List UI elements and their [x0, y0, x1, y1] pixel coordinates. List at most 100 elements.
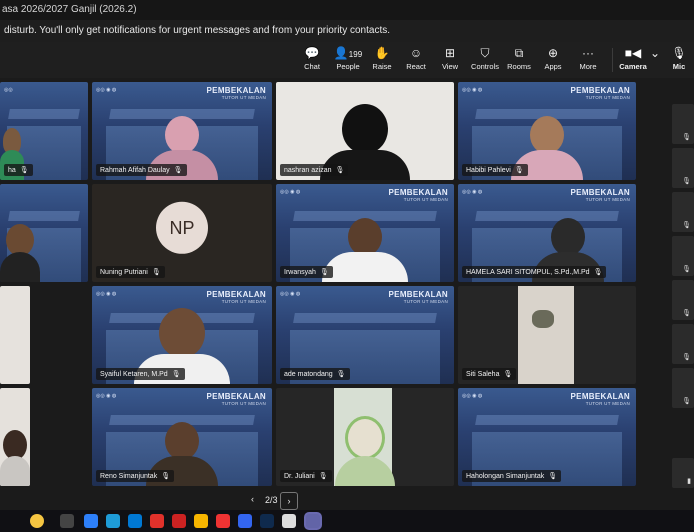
participant-name: Nuning Putriani 🎙: [96, 266, 165, 278]
chat-icon: 💬: [304, 46, 320, 60]
participant-tile[interactable]: ◎◎ ◉ ◍ PEMBEKALAN TUTOR UT MEDAN ade mato…: [276, 286, 454, 384]
participant-name: Siti Saleha 🎙: [462, 368, 517, 380]
video-grid: ◎◎ ha 🎙 ◎◎ ◉ ◍ PEMBEKALAN TUTOR UT MEDAN R…: [0, 80, 670, 490]
partner-logos: ◎◎ ◉ ◍: [96, 393, 117, 399]
partner-logos: ◎◎ ◉ ◍: [462, 393, 483, 399]
participant-name: nashran azizan 🎙: [280, 164, 349, 176]
participant-tile[interactable]: [0, 184, 88, 282]
rail-tile[interactable]: 🎙: [672, 236, 694, 276]
app-icon[interactable]: [282, 514, 296, 528]
participant-tile[interactable]: Siti Saleha 🎙: [458, 286, 636, 384]
partner-logos: ◎◎ ◉ ◍: [280, 189, 301, 195]
slide-title: PEMBEKALAN TUTOR UT MEDAN: [570, 392, 630, 406]
mic-off-icon: 🎙: [682, 222, 691, 229]
mic-icon: 🎙: [671, 46, 687, 60]
shield-icon: ⛉: [480, 46, 490, 60]
participant-tile[interactable]: [0, 286, 30, 384]
mic-off-icon: 🎙: [682, 354, 691, 361]
people-count: 199: [348, 50, 363, 59]
slide-title: PEMBEKALAN TUTOR UT MEDAN: [206, 86, 266, 100]
mic-off-icon: 🎙: [682, 398, 691, 405]
participant-tile[interactable]: NP Nuning Putriani 🎙: [92, 184, 272, 282]
gallery-pager: ‹ 2/3 ›: [251, 492, 301, 510]
rooms-button[interactable]: ⧉ Rooms: [500, 45, 538, 77]
rail-tile[interactable]: 🎙: [672, 280, 694, 320]
signal-icon: ▮: [687, 478, 691, 485]
browser-icon[interactable]: [106, 514, 120, 528]
participant-name: Irwansyah 🎙: [280, 266, 333, 278]
page-indicator: 2/3: [265, 495, 278, 505]
rail-tile[interactable]: ▮: [672, 458, 694, 488]
word-icon[interactable]: [128, 514, 142, 528]
participant-tile[interactable]: ◎◎ ha 🎙: [0, 82, 88, 180]
camera-options-button[interactable]: ⌄: [648, 45, 662, 77]
rail-tile[interactable]: 🎙: [672, 148, 694, 188]
mic-off-icon: 🎙: [503, 371, 513, 378]
mic-off-icon: 🎙: [151, 269, 161, 276]
pdf-icon[interactable]: [216, 514, 230, 528]
previous-page-button[interactable]: ‹: [251, 494, 254, 504]
mic-off-icon: 🎙: [171, 371, 181, 378]
participant-tile[interactable]: ◎◎ ◉ ◍ PEMBEKALAN TUTOR UT MEDAN HAMELA S…: [458, 184, 636, 282]
slide-title: PEMBEKALAN TUTOR UT MEDAN: [206, 290, 266, 304]
participant-tile[interactable]: Dr. Juliani 🎙: [276, 388, 454, 486]
view-button[interactable]: ⊞ View: [431, 45, 469, 77]
app-icon[interactable]: [172, 514, 186, 528]
react-button[interactable]: ☺ React: [397, 45, 435, 77]
mic-off-icon: 🎙: [336, 371, 346, 378]
teams-icon[interactable]: [306, 514, 320, 528]
mic-off-icon: 🎙: [161, 473, 171, 480]
rail-tile[interactable]: 🎙: [672, 104, 694, 144]
smiley-icon: ☺: [409, 46, 423, 60]
participant-tile[interactable]: [0, 388, 30, 486]
chat-button[interactable]: 💬 Chat: [293, 45, 331, 77]
raise-hand-button[interactable]: ✋ Raise: [363, 45, 401, 77]
photoshop-icon[interactable]: [260, 514, 274, 528]
opera-icon[interactable]: [150, 514, 164, 528]
participant-name: Reno Simanjuntak 🎙: [96, 470, 175, 482]
apps-icon: ⊕: [547, 46, 559, 60]
mic-off-icon: 🎙: [682, 134, 691, 141]
partner-logos: ◎◎: [4, 87, 13, 93]
mic-off-icon: 🎙: [682, 310, 691, 317]
participant-tile[interactable]: nashran azizan 🎙: [276, 82, 454, 180]
app-icon[interactable]: [238, 514, 252, 528]
more-button[interactable]: ··· More: [569, 45, 607, 77]
folder-icon[interactable]: [194, 514, 208, 528]
partner-logos: ◎◎ ◉ ◍: [280, 291, 301, 297]
controls-button[interactable]: ⛉ Controls: [466, 45, 504, 77]
participant-tile[interactable]: ◎◎ ◉ ◍ PEMBEKALAN TUTOR UT MEDAN Rahmah A…: [92, 82, 272, 180]
participant-tile[interactable]: ◎◎ ◉ ◍ PEMBEKALAN TUTOR UT MEDAN Haholong…: [458, 388, 636, 486]
rail-tile[interactable]: 🎙: [672, 192, 694, 232]
participant-name: Syaiful Ketaren, M.Pd 🎙: [96, 368, 185, 380]
participant-tile[interactable]: ◎◎ ◉ ◍ PEMBEKALAN TUTOR UT MEDAN Reno Sim…: [92, 388, 272, 486]
participant-tile[interactable]: ◎◎ ◉ ◍ PEMBEKALAN TUTOR UT MEDAN Habibi P…: [458, 82, 636, 180]
participant-name: Rahmah Afifah Daulay 🎙: [96, 164, 187, 176]
mic-off-icon: 🎙: [173, 167, 183, 174]
mic-off-icon: 🎙: [514, 167, 524, 174]
next-page-button[interactable]: ›: [280, 492, 298, 510]
mic-off-icon: 🎙: [318, 473, 328, 480]
window-title: asa 2026/2027 Ganjil (2026.2): [2, 4, 137, 15]
partner-logos: ◎◎ ◉ ◍: [462, 87, 483, 93]
participant-name: Dr. Juliani 🎙: [280, 470, 332, 482]
slide-title: PEMBEKALAN TUTOR UT MEDAN: [570, 86, 630, 100]
apps-button[interactable]: ⊕ Apps: [534, 45, 572, 77]
mic-off-icon: 🎙: [335, 167, 345, 174]
mic-off-icon: 🎙: [682, 266, 691, 273]
camera-button[interactable]: ■◀ Camera: [614, 45, 652, 77]
grid-icon: ⊞: [444, 46, 456, 60]
slide-title: PEMBEKALAN TUTOR UT MEDAN: [388, 188, 448, 202]
participant-tile[interactable]: ◎◎ ◉ ◍ PEMBEKALAN TUTOR UT MEDAN Syaiful …: [92, 286, 272, 384]
edge-icon[interactable]: [84, 514, 98, 528]
mic-button[interactable]: 🎙 Mic: [664, 45, 694, 77]
task-view-icon[interactable]: [60, 514, 74, 528]
hand-icon: ✋: [374, 46, 390, 60]
rail-tile[interactable]: 🎙: [672, 368, 694, 408]
mic-off-icon: 🎙: [548, 473, 558, 480]
window-titlebar: asa 2026/2027 Ganjil (2026.2): [0, 0, 694, 20]
partner-logos: ◎◎ ◉ ◍: [462, 189, 483, 195]
participant-tile[interactable]: ◎◎ ◉ ◍ PEMBEKALAN TUTOR UT MEDAN Irwansya…: [276, 184, 454, 282]
rail-tile[interactable]: 🎙: [672, 324, 694, 364]
copilot-icon[interactable]: [30, 514, 44, 528]
